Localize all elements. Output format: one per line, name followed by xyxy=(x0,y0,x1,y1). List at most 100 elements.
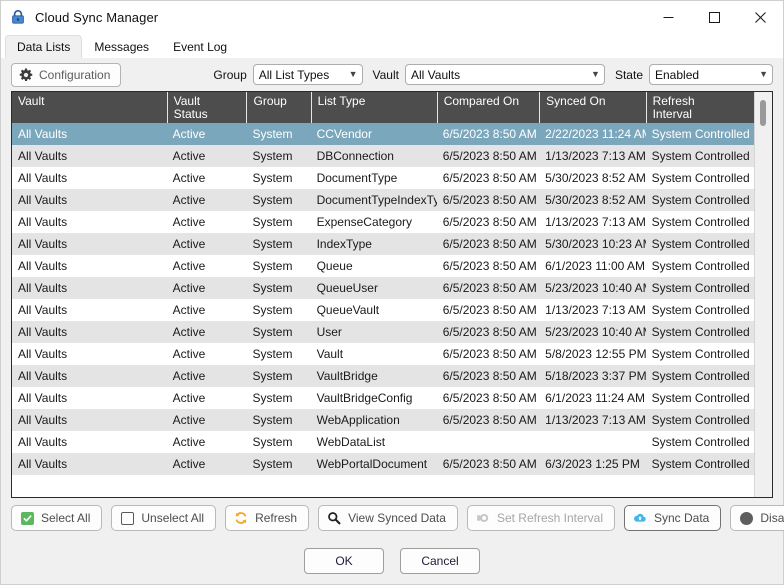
table-row[interactable]: All Vaults Active System Queue 6/5/2023 8:50… xyxy=(12,255,754,277)
configuration-label: Configuration xyxy=(39,67,111,82)
cell-compared: 6/5/2023 8:50 AM xyxy=(442,457,537,471)
cell-type: Vault xyxy=(316,347,344,361)
vault-select[interactable]: All Vaults ▼ xyxy=(404,64,605,85)
scrollbar-thumb[interactable] xyxy=(760,100,766,126)
table-row[interactable]: All Vaults Active System VaultBridgeConfig 6… xyxy=(12,387,754,409)
column-header-compared-on[interactable]: Compared On xyxy=(436,92,539,123)
group-select[interactable]: All List Types ▼ xyxy=(252,64,363,85)
column-header-list-type[interactable]: List Type xyxy=(310,92,437,123)
tab-messages[interactable]: Messages xyxy=(82,35,161,59)
table-row[interactable]: All Vaults Active System WebDataList System … xyxy=(12,431,754,453)
cell-refresh: System Controlled xyxy=(651,347,750,361)
select-all-button[interactable]: Select All xyxy=(11,505,103,531)
column-header-refresh-interval[interactable]: Refresh Interval xyxy=(645,92,754,123)
cloud-sync-manager-window: Cloud Sync Manager Data Lists Messages E… xyxy=(0,0,784,585)
table-row[interactable]: All Vaults Active System VaultBridge 6/5/202… xyxy=(12,365,754,387)
tab-event-log[interactable]: Event Log xyxy=(161,35,239,59)
cell-compared: 6/5/2023 8:50 AM xyxy=(442,259,537,273)
cell-synced: 5/23/2023 10:40 AM xyxy=(545,325,646,339)
cell-synced: 6/3/2023 1:25 PM xyxy=(545,457,640,471)
cell-group: System xyxy=(252,391,293,405)
disable-button[interactable]: Disable xyxy=(730,505,784,531)
table-row[interactable]: All Vaults Active System WebApplication 6/5/… xyxy=(12,409,754,431)
timer-icon xyxy=(476,511,490,525)
gear-icon xyxy=(19,68,33,82)
column-header-vault-status-line2: Status xyxy=(173,107,208,121)
grid-vertical-scrollbar[interactable] xyxy=(754,92,772,497)
cell-refresh: System Controlled xyxy=(651,457,750,471)
cell-synced: 5/8/2023 12:55 PM xyxy=(545,347,646,361)
tab-data-lists[interactable]: Data Lists xyxy=(5,35,83,59)
configuration-button[interactable]: Configuration xyxy=(11,62,122,87)
maximize-button[interactable] xyxy=(691,1,737,33)
view-synced-data-button[interactable]: View Synced Data xyxy=(318,505,458,531)
cancel-button[interactable]: Cancel xyxy=(400,548,480,574)
table-row[interactable]: All Vaults Active System WebPortalDocument 6… xyxy=(12,453,754,475)
cell-status: Active xyxy=(172,347,206,361)
state-select[interactable]: Enabled ▼ xyxy=(649,64,773,85)
cell-status: Active xyxy=(172,391,206,405)
set-refresh-interval-button[interactable]: Set Refresh Interval xyxy=(466,505,615,531)
cell-vault: All Vaults xyxy=(18,457,68,471)
cell-vault: All Vaults xyxy=(18,237,68,251)
table-row[interactable]: All Vaults Active System DBConnection 6/5/20… xyxy=(12,145,754,167)
close-button[interactable] xyxy=(737,1,783,33)
tab-strip: Data Lists Messages Event Log xyxy=(1,33,783,59)
column-header-group[interactable]: Group xyxy=(246,92,310,123)
table-row[interactable]: All Vaults Active System ExpenseCategory 6/5… xyxy=(12,211,754,233)
cell-synced: 5/30/2023 10:23 AM xyxy=(545,237,646,251)
table-row[interactable]: All Vaults Active System DocumentTypeIndexT… xyxy=(12,189,754,211)
cell-group: System xyxy=(252,457,293,471)
table-row[interactable]: All Vaults Active System CCVendor 6/5/2023 8… xyxy=(12,123,754,145)
cell-vault: All Vaults xyxy=(18,347,68,361)
table-row[interactable]: All Vaults Active System QueueUser 6/5/2023 … xyxy=(12,277,754,299)
cell-compared: 6/5/2023 8:50 AM xyxy=(442,347,537,361)
column-header-vault-status[interactable]: Vault Status xyxy=(166,92,247,123)
cell-refresh: System Controlled xyxy=(651,215,750,229)
cell-vault: All Vaults xyxy=(18,413,68,427)
cell-group: System xyxy=(252,127,293,141)
cell-type: User xyxy=(316,325,342,339)
table-row[interactable]: All Vaults Active System QueueVault 6/5/2023… xyxy=(12,299,754,321)
circle-icon xyxy=(739,511,753,525)
cell-group: System xyxy=(252,347,293,361)
minimize-button[interactable] xyxy=(645,1,691,33)
vault-select-value: All Vaults xyxy=(410,67,461,82)
column-header-synced-on[interactable]: Synced On xyxy=(539,92,645,123)
cell-group: System xyxy=(252,369,293,383)
cell-type: WebApplication xyxy=(316,413,400,427)
cell-refresh: System Controlled xyxy=(651,325,750,339)
table-row[interactable]: All Vaults Active System Vault 6/5/2023 8:50… xyxy=(12,343,754,365)
cell-refresh: System Controlled xyxy=(651,193,750,207)
unselect-all-label: Unselect All xyxy=(141,511,205,525)
vault-label: Vault xyxy=(372,67,399,82)
column-header-vault[interactable]: Vault xyxy=(12,92,167,123)
cell-synced: 1/13/2023 7:13 AM xyxy=(545,413,646,427)
table-row[interactable]: All Vaults Active System IndexType 6/5/2023 … xyxy=(12,233,754,255)
cell-compared: 6/5/2023 8:50 AM xyxy=(442,127,537,141)
table-row[interactable]: All Vaults Active System DocumentType 6/5/20… xyxy=(12,167,754,189)
cell-synced: 5/30/2023 8:52 AM xyxy=(545,193,646,207)
cell-status: Active xyxy=(172,435,206,449)
cell-type: WebDataList xyxy=(316,435,386,449)
cell-vault: All Vaults xyxy=(18,281,68,295)
cell-type: VaultBridge xyxy=(316,369,378,383)
cell-type: QueueVault xyxy=(316,303,380,317)
refresh-button[interactable]: Refresh xyxy=(225,505,310,531)
cell-refresh: System Controlled xyxy=(651,259,750,273)
cell-status: Active xyxy=(172,325,206,339)
title-bar: Cloud Sync Manager xyxy=(1,1,783,33)
cell-vault: All Vaults xyxy=(18,149,68,163)
cell-type: DocumentType xyxy=(316,171,398,185)
cell-compared: 6/5/2023 8:50 AM xyxy=(442,369,537,383)
group-label: Group xyxy=(213,67,247,82)
sync-data-label: Sync Data xyxy=(654,511,710,525)
cell-type: DBConnection xyxy=(316,149,394,163)
cell-synced: 5/23/2023 10:40 AM xyxy=(545,281,646,295)
cell-status: Active xyxy=(172,237,206,251)
unselect-all-button[interactable]: Unselect All xyxy=(111,505,217,531)
ok-button[interactable]: OK xyxy=(304,548,384,574)
table-row[interactable]: All Vaults Active System User 6/5/2023 8:50 … xyxy=(12,321,754,343)
cell-type: WebPortalDocument xyxy=(316,457,428,471)
sync-data-button[interactable]: Sync Data xyxy=(624,505,722,531)
